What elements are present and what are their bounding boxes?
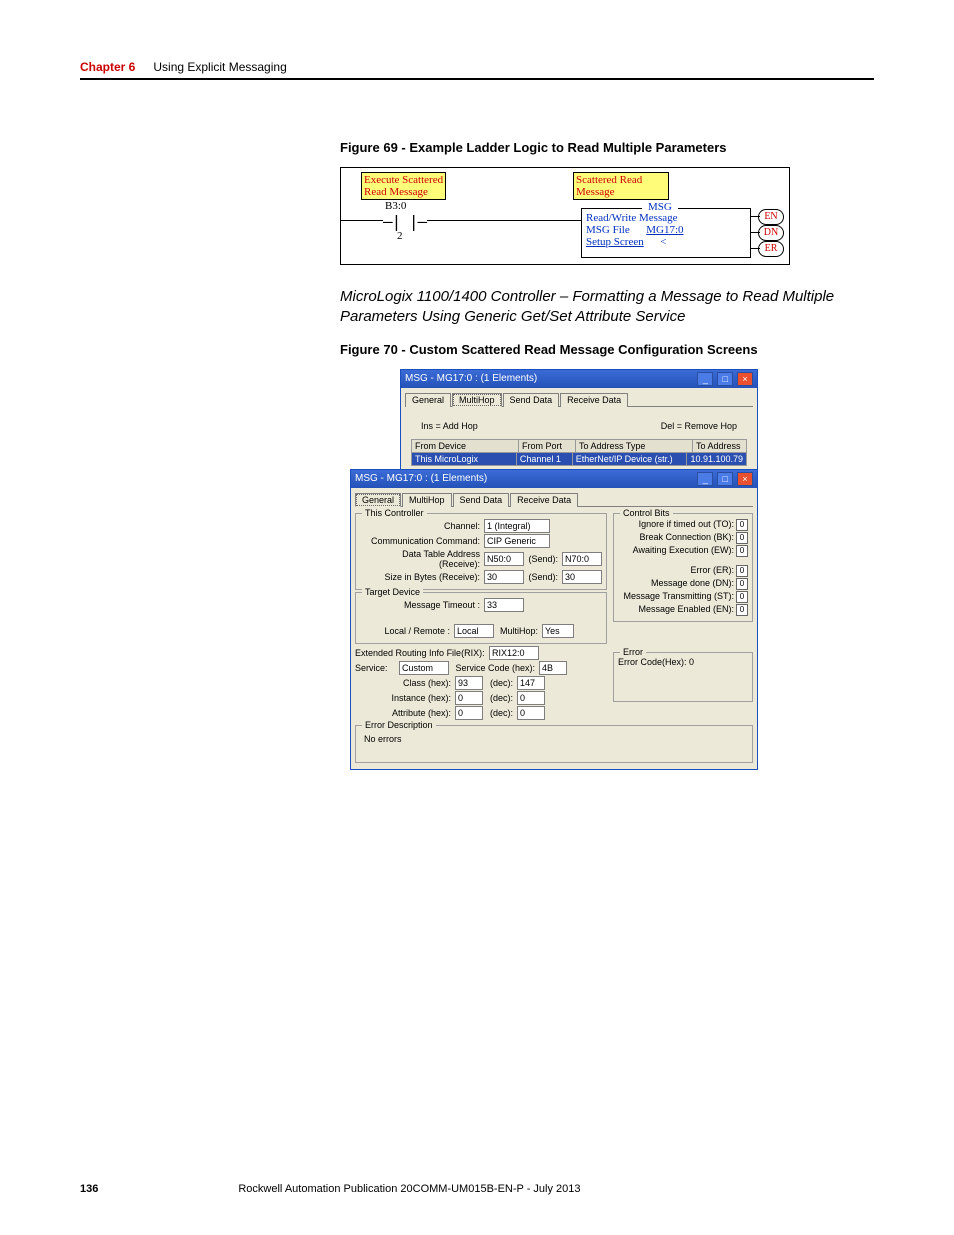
data-table-send-field[interactable]: N70:0 bbox=[562, 552, 602, 566]
msg-er-output: ER bbox=[758, 241, 784, 257]
minimize-icon[interactable]: _ bbox=[697, 472, 713, 486]
hint-add-hop: Ins = Add Hop bbox=[421, 421, 478, 431]
subsection-caption: MicroLogix 1100/1400 Controller – Format… bbox=[340, 287, 874, 328]
window-general: MSG - MG17:0 : (1 Elements) _ □ × Genera… bbox=[350, 469, 758, 770]
msg-line-1: Read/Write Message bbox=[586, 212, 746, 224]
bit-en[interactable]: 0 bbox=[736, 604, 748, 616]
bit-ew[interactable]: 0 bbox=[736, 545, 748, 557]
comm-command-field[interactable]: CIP Generic bbox=[484, 534, 550, 548]
class-hex-field[interactable]: 93 bbox=[455, 676, 483, 690]
page-footer: 136 Rockwell Automation Publication 20CO… bbox=[80, 1183, 874, 1195]
group-error: Error Error Code(Hex): 0 bbox=[613, 652, 753, 702]
instance-dec-field[interactable]: 0 bbox=[517, 691, 545, 705]
msg-dn-output: DN bbox=[758, 225, 784, 241]
error-code: Error Code(Hex): 0 bbox=[618, 657, 748, 667]
bit-bk[interactable]: 0 bbox=[736, 532, 748, 544]
hop-table-row[interactable]: This MicroLogix Channel 1 EtherNet/IP De… bbox=[411, 453, 747, 466]
group-control-bits: Control Bits Ignore if timed out (TO):0 … bbox=[613, 513, 753, 622]
msg-instruction-title: MSG bbox=[642, 201, 678, 213]
setup-screen-link[interactable]: Setup Screen bbox=[586, 236, 644, 248]
minimize-icon[interactable]: _ bbox=[697, 372, 713, 386]
size-receive-field[interactable]: 30 bbox=[484, 570, 524, 584]
title-bar-multihop: MSG - MG17:0 : (1 Elements) _ □ × bbox=[401, 370, 757, 388]
group-error-description: Error Description No errors bbox=[355, 725, 753, 763]
bit-to[interactable]: 0 bbox=[736, 519, 748, 531]
service-field[interactable]: Custom bbox=[399, 661, 449, 675]
multihop-field[interactable]: Yes bbox=[542, 624, 574, 638]
hop-table-header: From Device From Port To Address Type To… bbox=[411, 439, 747, 453]
note-scattered-read: Scattered Read Message bbox=[573, 172, 669, 200]
maximize-icon[interactable]: □ bbox=[717, 372, 733, 386]
chapter-title: Using Explicit Messaging bbox=[153, 60, 286, 74]
ext-routing-file-field[interactable]: RIX12:0 bbox=[489, 646, 539, 660]
close-icon[interactable]: × bbox=[737, 472, 753, 486]
data-table-receive-field[interactable]: N50:0 bbox=[484, 552, 524, 566]
bit-er[interactable]: 0 bbox=[736, 565, 748, 577]
bit-st[interactable]: 0 bbox=[736, 591, 748, 603]
ladder-diagram: Execute Scattered Read Message Scattered… bbox=[340, 167, 790, 265]
tab-multihop[interactable]: MultiHop bbox=[402, 493, 452, 507]
class-dec-field[interactable]: 147 bbox=[517, 676, 545, 690]
msg-instruction: MSG Read/Write Message MSG File MG17:0 S… bbox=[581, 208, 751, 258]
publication-id: Rockwell Automation Publication 20COMM-U… bbox=[238, 1183, 580, 1195]
tab-receive-data[interactable]: Receive Data bbox=[510, 493, 578, 507]
channel-field[interactable]: 1 (Integral) bbox=[484, 519, 550, 533]
figure-70-caption: Figure 70 - Custom Scattered Read Messag… bbox=[340, 342, 874, 357]
chapter-label: Chapter 6 bbox=[80, 60, 135, 74]
page-number: 136 bbox=[80, 1183, 98, 1195]
local-remote-field[interactable]: Local bbox=[454, 624, 494, 638]
hint-remove-hop: Del = Remove Hop bbox=[661, 421, 737, 431]
service-code-field[interactable]: 4B bbox=[539, 661, 567, 675]
title-bar-general: MSG - MG17:0 : (1 Elements) _ □ × bbox=[351, 470, 757, 488]
note-execute-scattered: Execute Scattered Read Message bbox=[361, 172, 446, 200]
tab-multihop[interactable]: MultiHop bbox=[452, 393, 502, 407]
message-timeout-field[interactable]: 33 bbox=[484, 598, 524, 612]
group-target-device: Target Device Message Timeout : 33 Local… bbox=[355, 592, 607, 644]
tab-send-data[interactable]: Send Data bbox=[503, 393, 560, 407]
close-icon[interactable]: × bbox=[737, 372, 753, 386]
window-multihop: MSG - MG17:0 : (1 Elements) _ □ × Genera… bbox=[400, 369, 758, 481]
contact-address: B3:0 bbox=[385, 200, 406, 212]
figure-69-caption: Figure 69 - Example Ladder Logic to Read… bbox=[340, 140, 874, 155]
contact-bit: 2 bbox=[397, 230, 403, 242]
attribute-dec-field[interactable]: 0 bbox=[517, 706, 545, 720]
error-description-text: No errors bbox=[360, 730, 748, 748]
msg-en-output: EN bbox=[758, 209, 784, 225]
size-send-field[interactable]: 30 bbox=[562, 570, 602, 584]
tab-general[interactable]: General bbox=[355, 493, 401, 507]
xic-contact: —| |— bbox=[383, 212, 426, 231]
bit-dn[interactable]: 0 bbox=[736, 578, 748, 590]
maximize-icon[interactable]: □ bbox=[717, 472, 733, 486]
header-rule bbox=[80, 78, 874, 80]
group-this-controller: This Controller Channel: 1 (Integral) Co… bbox=[355, 513, 607, 590]
tab-general[interactable]: General bbox=[405, 393, 451, 407]
msg-file-link[interactable]: MG17:0 bbox=[646, 224, 683, 236]
tab-receive-data[interactable]: Receive Data bbox=[560, 393, 628, 407]
instance-hex-field[interactable]: 0 bbox=[455, 691, 483, 705]
tab-send-data[interactable]: Send Data bbox=[453, 493, 510, 507]
attribute-hex-field[interactable]: 0 bbox=[455, 706, 483, 720]
